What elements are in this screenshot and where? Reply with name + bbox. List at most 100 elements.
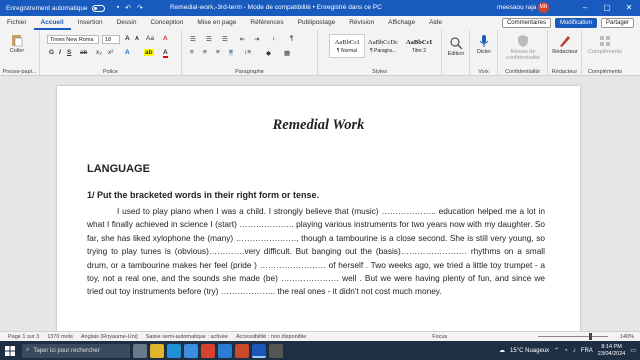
numbering-icon[interactable]: ☰ xyxy=(206,35,212,43)
editor-group-label: Rédacteur xyxy=(551,69,578,75)
avatar[interactable]: MR xyxy=(538,2,549,13)
focus-button[interactable]: Focus xyxy=(432,334,447,340)
start-button[interactable] xyxy=(0,341,20,360)
accessibility-status[interactable]: Accessibilité : non disponible xyxy=(236,334,306,340)
redo-icon[interactable]: ↷ xyxy=(137,4,143,12)
undo-icon[interactable]: ↶ xyxy=(125,4,131,12)
document-area[interactable]: Remedial Work LANGUAGE 1/ Put the bracke… xyxy=(0,76,640,331)
font-size-select[interactable]: 18 xyxy=(102,35,120,44)
tab-revision[interactable]: Révision xyxy=(342,16,381,30)
zoom-slider-handle[interactable] xyxy=(589,333,592,340)
network-icon[interactable]: ◔ xyxy=(564,348,568,354)
tab-mise-en-page[interactable]: Mise en page xyxy=(190,16,243,30)
bullets-icon[interactable]: ☰ xyxy=(190,35,196,43)
tab-aide[interactable]: Aide xyxy=(422,16,449,30)
case-icon[interactable]: Aa xyxy=(146,35,154,42)
taskbar-search[interactable]: ⌕ Taper ici pour rechercher xyxy=(22,343,130,358)
clear-format-icon[interactable]: A xyxy=(163,35,168,42)
tray-arrow-icon[interactable]: ⌃ xyxy=(554,347,559,354)
tab-insertion[interactable]: Insertion xyxy=(71,16,110,30)
predictive-text-status[interactable]: Saisie semi-automatique : activée xyxy=(146,334,228,340)
pilcrow-icon[interactable]: ¶ xyxy=(290,35,294,42)
chrome-icon[interactable] xyxy=(201,343,215,358)
addins-button[interactable]: Compléments xyxy=(585,34,625,55)
italic-icon[interactable]: I xyxy=(59,49,61,56)
file-explorer-icon[interactable] xyxy=(150,343,164,358)
maximize-icon[interactable]: ▢ xyxy=(596,0,618,16)
sensitivity-button[interactable]: Niveau de confidentialité xyxy=(501,34,545,61)
clock[interactable]: 8:14 PM 23/04/2024 xyxy=(598,344,626,357)
sort-icon[interactable]: ↕ xyxy=(272,35,275,42)
store-icon[interactable] xyxy=(184,343,198,358)
editing-button[interactable]: Édition xyxy=(445,36,467,57)
tab-publipostage[interactable]: Publipostage xyxy=(291,16,343,30)
multilevel-list-icon[interactable]: ☰ xyxy=(222,35,228,43)
tab-affichage[interactable]: Affichage xyxy=(381,16,422,30)
word-icon[interactable] xyxy=(252,343,266,358)
dictate-button[interactable]: Dicter xyxy=(473,34,495,55)
notifications-icon[interactable]: ▭ xyxy=(630,347,636,354)
tab-accueil[interactable]: Accueil xyxy=(33,16,71,30)
increase-indent-icon[interactable]: ⇥ xyxy=(254,35,259,43)
page-count[interactable]: Page 1 sur 3 xyxy=(8,334,39,340)
style-preview: AaBbCcI xyxy=(405,39,432,46)
text-effects-icon[interactable]: A xyxy=(125,49,130,56)
language-indicator[interactable]: Anglais (Royaume-Uni) xyxy=(81,334,138,340)
align-right-icon[interactable]: ≡ xyxy=(216,49,220,56)
zoom-level[interactable]: 140% xyxy=(620,334,634,340)
edge-icon[interactable] xyxy=(167,343,181,358)
editor-button[interactable]: Rédacteur xyxy=(550,34,580,55)
zoom-slider[interactable] xyxy=(538,336,608,337)
volume-icon[interactable]: ♪ xyxy=(573,348,576,354)
paste-icon xyxy=(12,35,23,47)
justify-icon[interactable]: ≡ xyxy=(229,49,233,56)
font-group-label: Police xyxy=(103,69,118,75)
grow-font-icon[interactable]: A xyxy=(125,35,130,42)
style-heading-2[interactable]: AaBbCcI Titre 2 xyxy=(401,34,437,58)
style-paragraph[interactable]: AaBbCcDc ¶ Paragra... xyxy=(365,34,401,58)
editing-group: Édition xyxy=(442,30,470,76)
align-center-icon[interactable]: ≡ xyxy=(203,49,207,56)
subscript-icon[interactable]: x₂ xyxy=(96,49,102,56)
font-name-select[interactable]: Times New Roma xyxy=(47,35,99,44)
autosave-toggle[interactable] xyxy=(91,4,105,12)
share-button[interactable]: Partager xyxy=(600,18,634,28)
highlight-icon[interactable]: ab xyxy=(144,49,154,56)
close-icon[interactable]: ✕ xyxy=(618,0,640,16)
superscript-icon[interactable]: x² xyxy=(108,49,113,56)
underline-icon[interactable]: S xyxy=(67,49,71,56)
font-color-icon[interactable]: A xyxy=(163,49,168,58)
input-language[interactable]: FRA xyxy=(581,348,593,354)
strikethrough-icon[interactable]: ab xyxy=(80,49,87,56)
save-icon[interactable]: ▪ xyxy=(117,4,119,12)
style-normal[interactable]: AaBbCcI ¶ Normal xyxy=(329,34,365,58)
editing-mode-button[interactable]: Modification xyxy=(554,18,597,28)
align-left-icon[interactable]: ≡ xyxy=(190,49,194,56)
borders-icon[interactable]: ▦ xyxy=(284,49,290,57)
weather-icon[interactable]: ☁ xyxy=(499,347,505,354)
editing-label: Édition xyxy=(447,51,465,57)
paste-button[interactable]: Coller xyxy=(6,33,28,54)
settings-app-icon[interactable] xyxy=(218,343,232,358)
line-spacing-icon[interactable]: ↕≡ xyxy=(244,49,251,56)
tab-conception[interactable]: Conception xyxy=(143,16,190,30)
document-page[interactable]: Remedial Work LANGUAGE 1/ Put the bracke… xyxy=(57,86,580,331)
comments-button[interactable]: Commentaires xyxy=(501,18,551,28)
media-player-icon[interactable] xyxy=(269,343,283,358)
tab-references[interactable]: Références xyxy=(243,16,290,30)
tab-fichier[interactable]: Fichier xyxy=(0,16,34,30)
user-name[interactable]: meesaou raja xyxy=(497,4,536,11)
decrease-indent-icon[interactable]: ⇤ xyxy=(240,35,245,43)
tab-dessin[interactable]: Dessin xyxy=(110,16,144,30)
task-view-icon[interactable] xyxy=(133,343,147,358)
weather-text[interactable]: 15°C Nuageux xyxy=(510,348,549,354)
exercise-paragraph[interactable]: I used to play piano when I was a child.… xyxy=(87,205,545,299)
shrink-font-icon[interactable]: A xyxy=(135,36,139,42)
word-count[interactable]: 1370 mots xyxy=(47,334,73,340)
bold-icon[interactable]: G xyxy=(49,49,54,56)
minimize-icon[interactable]: – xyxy=(574,0,596,16)
addins-group: Compléments Compléments xyxy=(582,30,628,76)
shading-icon[interactable]: ◆ xyxy=(266,49,271,57)
app-icon[interactable] xyxy=(235,343,249,358)
clock-time: 8:14 PM xyxy=(601,344,622,350)
